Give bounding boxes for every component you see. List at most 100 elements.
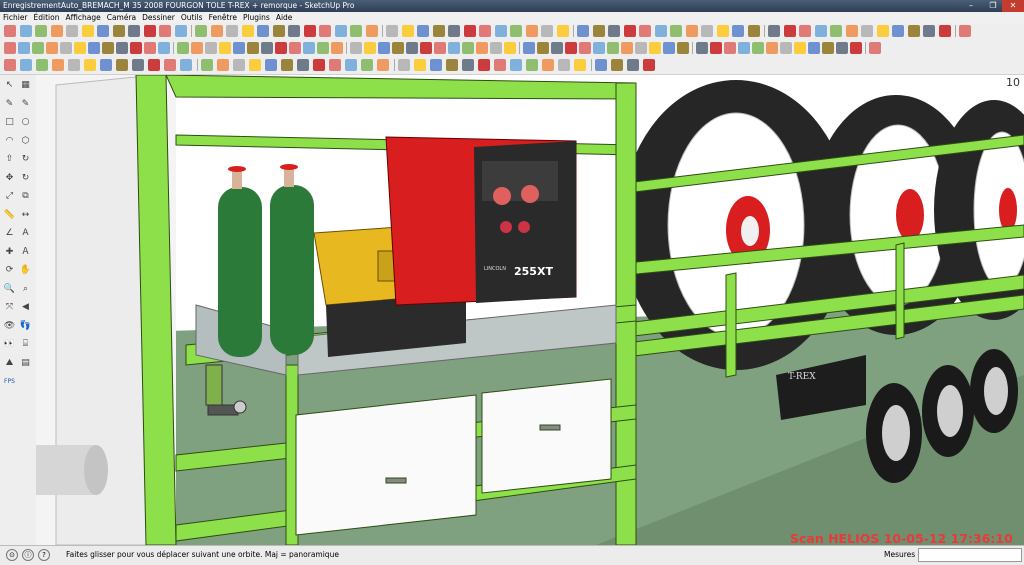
view-t-icon[interactable] [478, 59, 490, 71]
fps-icon[interactable]: FPS [3, 375, 16, 388]
style-j-icon[interactable] [710, 42, 722, 54]
flip-edge-icon[interactable] [592, 25, 605, 37]
view-h-icon[interactable] [281, 59, 293, 71]
section-icon[interactable] [303, 42, 315, 54]
maximize-button[interactable]: ❐ [982, 0, 1004, 12]
previous-icon[interactable]: ◀ [19, 301, 32, 314]
follow-me-icon[interactable] [130, 42, 142, 54]
menu-aide[interactable]: Aide [273, 12, 296, 23]
hidden-line-icon[interactable] [747, 25, 760, 37]
view-n-icon[interactable] [377, 59, 389, 71]
walk-icon[interactable] [317, 42, 329, 54]
wireframe-icon[interactable] [732, 25, 744, 37]
pencil-icon[interactable] [32, 42, 44, 54]
rectangle-icon[interactable] [50, 25, 63, 37]
add-detail-icon[interactable] [577, 25, 589, 37]
follow-me-icon[interactable] [195, 25, 207, 37]
rotate-icon[interactable]: ↻ [19, 172, 32, 185]
view-o-icon[interactable] [398, 59, 410, 71]
protractor-icon[interactable]: ∠ [3, 227, 16, 240]
tape-icon[interactable] [210, 25, 223, 37]
protractor-icon[interactable] [233, 42, 245, 54]
arc-icon[interactable]: ◠ [3, 135, 16, 148]
import-icon[interactable] [148, 59, 160, 71]
shaded-icon[interactable] [768, 25, 780, 37]
zoom-extents-icon[interactable] [386, 25, 398, 37]
paint-icon[interactable] [289, 42, 301, 54]
section-plane-icon[interactable] [479, 25, 491, 37]
sandbox-icon[interactable]: ⛰ [3, 357, 16, 370]
minimize-button[interactable]: – [960, 0, 982, 12]
view-l-icon[interactable] [345, 59, 357, 71]
arc-icon[interactable] [81, 25, 94, 37]
style-m-icon[interactable] [752, 42, 764, 54]
push-pull-icon[interactable] [116, 42, 128, 54]
section-icon[interactable]: ⌸ [19, 338, 32, 351]
paint-icon[interactable]: ▦ [19, 79, 32, 92]
eraser-icon[interactable]: ✎ [3, 98, 16, 111]
text-icon[interactable]: A [19, 227, 32, 240]
scene-f-icon[interactable] [869, 42, 881, 54]
iso-icon[interactable] [623, 25, 636, 37]
eraser-icon[interactable] [18, 42, 30, 54]
view-ab-icon[interactable] [611, 59, 623, 71]
plugin-g-icon[interactable] [476, 42, 488, 54]
sketch-icon[interactable] [68, 59, 80, 71]
scene-a-icon[interactable] [794, 42, 806, 54]
menu-fichier[interactable]: Fichier [0, 12, 31, 23]
position-camera-icon[interactable] [432, 25, 445, 37]
move-icon[interactable]: ✥ [3, 172, 16, 185]
export-icon[interactable] [132, 59, 144, 71]
geo-location-icon[interactable]: ⊙ [6, 549, 18, 561]
view-x-icon[interactable] [542, 59, 554, 71]
display-section-icon[interactable] [494, 25, 507, 37]
layer-d-icon[interactable] [861, 25, 873, 37]
dimensions-icon[interactable] [288, 25, 300, 37]
scene-c-icon[interactable] [822, 42, 834, 54]
view-d-icon[interactable] [217, 59, 229, 71]
zoom-window-icon[interactable]: ⌕ [19, 283, 32, 296]
style-i-icon[interactable] [696, 42, 708, 54]
look-around-icon[interactable]: 👀 [3, 338, 16, 351]
plugin-c-icon[interactable] [420, 42, 432, 54]
view-q-icon[interactable] [430, 59, 442, 71]
push-pull-icon[interactable]: ⇧ [3, 153, 16, 166]
menu-plugins[interactable]: Plugins [240, 12, 273, 23]
model-render[interactable]: T-REX 255XT LINCOLN [36, 75, 1024, 545]
push-pull-icon[interactable] [97, 25, 109, 37]
display-section-icon[interactable]: ▤ [19, 357, 32, 370]
outliner-icon[interactable] [959, 25, 971, 37]
fog-icon[interactable] [20, 59, 32, 71]
tape2-icon[interactable] [364, 42, 376, 54]
view-s-icon[interactable] [462, 59, 474, 71]
style-b-icon[interactable] [593, 42, 605, 54]
view-i-icon[interactable] [297, 59, 309, 71]
layer-f-icon[interactable] [892, 25, 904, 37]
move-icon[interactable] [128, 25, 140, 37]
menu-edition[interactable]: Édition [31, 12, 63, 23]
axes-icon[interactable] [241, 25, 254, 37]
style-l-icon[interactable] [738, 42, 750, 54]
move-icon[interactable] [144, 42, 156, 54]
view-z-icon[interactable] [574, 59, 586, 71]
layer-a-icon[interactable] [814, 25, 827, 37]
pencil-icon[interactable]: ✎ [19, 98, 32, 111]
zoom-window-icon[interactable] [365, 25, 378, 37]
tape-icon[interactable]: 📏 [3, 209, 16, 222]
pointer-icon[interactable] [36, 59, 48, 71]
zoom-icon[interactable]: 🔍 [3, 283, 16, 296]
smoove-icon[interactable] [608, 25, 620, 37]
measurements-input[interactable] [918, 548, 1022, 562]
style-o-icon[interactable] [780, 42, 792, 54]
layer-c-icon[interactable] [845, 25, 858, 37]
style-a-icon[interactable] [579, 42, 591, 54]
xray-icon[interactable] [716, 25, 729, 37]
follow-me-icon[interactable]: ↻ [19, 153, 32, 166]
component-icon[interactable] [923, 25, 935, 37]
scene-b-icon[interactable] [808, 42, 820, 54]
arc-icon[interactable] [60, 42, 72, 54]
scene-e-icon[interactable] [850, 42, 862, 54]
view-m-icon[interactable] [361, 59, 373, 71]
3d-text-icon[interactable]: Ａ [19, 246, 32, 259]
credits-icon[interactable]: ⓘ [22, 549, 34, 561]
